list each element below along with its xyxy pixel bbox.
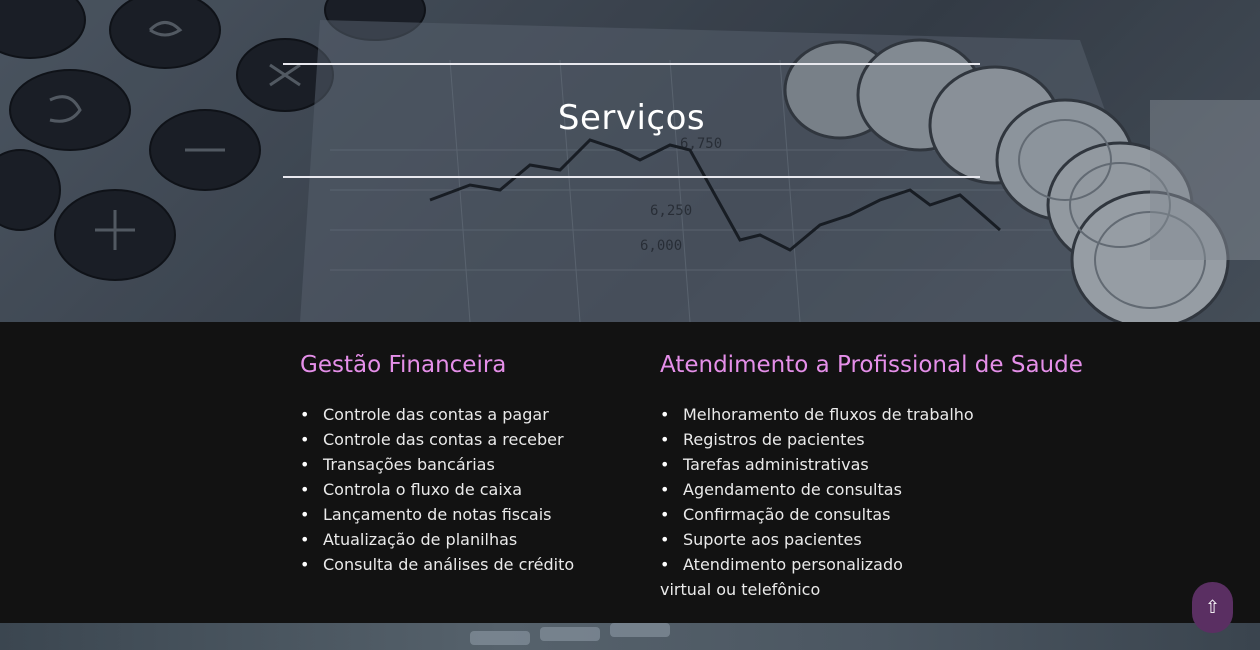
service-heading-financial: Gestão Financeira xyxy=(300,352,507,378)
list-item: Confirmação de consultas xyxy=(660,502,1130,527)
title-top-rule xyxy=(283,63,980,65)
list-item: Atendimento personalizado xyxy=(660,552,1130,577)
list-item: Melhoramento de fluxos de trabalho xyxy=(660,402,1130,427)
list-item: Agendamento de consultas xyxy=(660,477,1130,502)
scroll-to-top-button[interactable]: ⇧ xyxy=(1192,582,1233,633)
hero-banner: 6,250 6,000 6,750 Serviços xyxy=(0,0,1260,322)
list-item: Suporte aos pacientes xyxy=(660,527,1130,552)
list-item: Atualização de planilhas xyxy=(300,527,630,552)
page-title: Serviços xyxy=(557,98,706,138)
list-item: Transações bancárias xyxy=(300,452,630,477)
service-list-health: Melhoramento de fluxos de trabalho Regis… xyxy=(660,402,1130,602)
list-item: Controla o fluxo de caixa xyxy=(300,477,630,502)
hero-overlay xyxy=(0,0,1260,322)
list-item: Registros de pacientes xyxy=(660,427,1130,452)
up-arrow-icon: ⇧ xyxy=(1204,597,1221,618)
list-item: Tarefas administrativas xyxy=(660,452,1130,477)
list-item: Controle das contas a pagar xyxy=(300,402,630,427)
list-item: Consulta de análises de crédito xyxy=(300,552,630,577)
list-item: Controle das contas a receber xyxy=(300,427,630,452)
services-section: Gestão Financeira Controle das contas a … xyxy=(0,322,1260,623)
service-list-financial: Controle das contas a pagar Controle das… xyxy=(300,402,630,577)
service-column-financial: Gestão Financeira Controle das contas a … xyxy=(300,352,630,577)
service-heading-health: Atendimento a Profissional de Saude xyxy=(660,352,1083,378)
title-bottom-rule xyxy=(283,176,980,178)
list-item: Lançamento de notas fiscais xyxy=(300,502,630,527)
next-section-background xyxy=(0,623,1260,650)
service-column-health: Atendimento a Profissional de Saude Melh… xyxy=(660,352,1130,602)
list-item-continuation: virtual ou telefônico xyxy=(660,580,821,599)
